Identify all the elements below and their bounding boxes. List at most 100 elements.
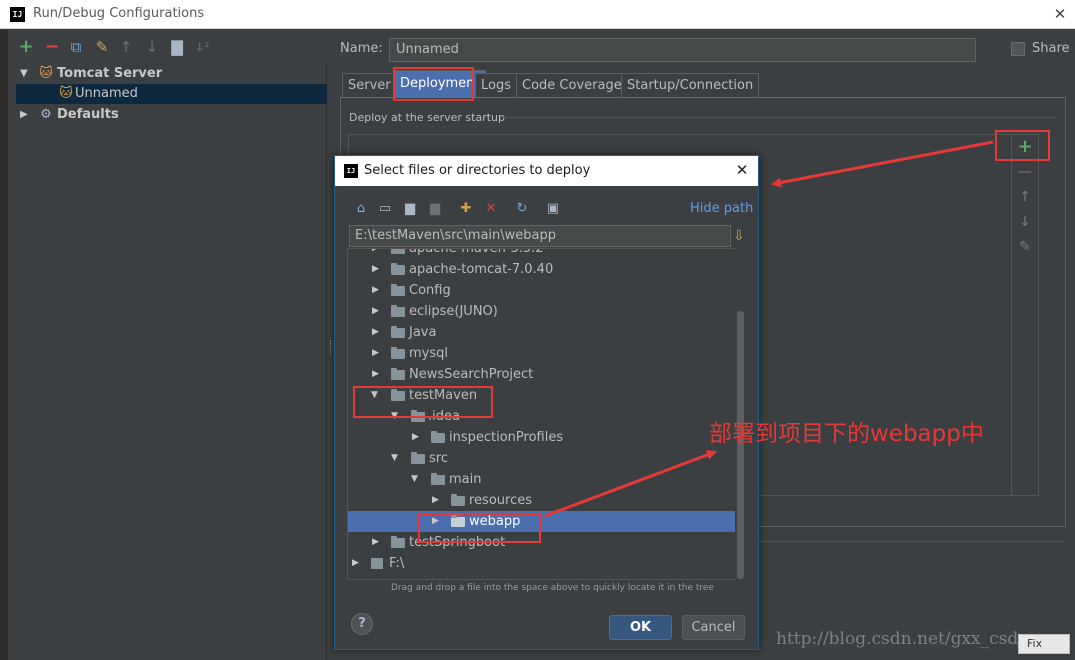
expand-arrow-icon[interactable]: ▼	[391, 448, 401, 469]
tree-row-eclipse[interactable]: ▶ eclipse(JUNO)	[348, 301, 736, 322]
highlight-add-button	[995, 130, 1050, 161]
refresh-icon[interactable]: ↻	[514, 200, 530, 218]
tab-startup-connection[interactable]: Startup/Connection	[621, 73, 760, 97]
new-folder-icon[interactable]: ✚	[458, 200, 474, 218]
move-down-icon[interactable]: ↓	[1016, 213, 1034, 231]
folder-icon	[391, 249, 405, 254]
deploy-label: Deploy at the server startup	[349, 111, 506, 124]
tree-item-defaults[interactable]: ▶ ⚙ Defaults	[16, 105, 327, 125]
collapse-arrow-icon[interactable]: ▶	[352, 553, 362, 574]
tree-row-apache-tomcat[interactable]: ▶ apache-tomcat-7.0.40	[348, 259, 736, 280]
module-folder-icon[interactable]: ▆	[427, 200, 443, 218]
expand-arrow-icon[interactable]: ▼	[411, 469, 421, 490]
move-up-icon[interactable]: ↑	[118, 38, 134, 56]
share-checkbox[interactable]	[1011, 42, 1025, 56]
hide-path-link[interactable]: Hide path	[690, 201, 753, 216]
collapse-arrow-icon[interactable]: ▶	[372, 364, 382, 385]
tree-row-label: mysql	[409, 346, 448, 361]
tree-row-config[interactable]: ▶ Config	[348, 280, 736, 301]
desktop-icon[interactable]: ▭	[377, 200, 393, 218]
tab-logs[interactable]: Logs	[475, 73, 517, 97]
window-close-icon[interactable]: ✕	[1051, 4, 1069, 24]
collapse-arrow-icon[interactable]: ▶	[372, 259, 382, 280]
collapse-arrow-icon[interactable]: ▶	[372, 280, 382, 301]
annotation-text: 部署到项目下的webapp中	[709, 421, 984, 447]
tree-row-resources[interactable]: ▶ resources	[348, 490, 736, 511]
tab-code-coverage[interactable]: Code Coverage	[516, 73, 628, 97]
tree-row-newssearchproject[interactable]: ▶ NewsSearchProject	[348, 364, 736, 385]
dialog-titlebar: IJ Select files or directories to deploy…	[335, 156, 758, 186]
tree-item-unnamed[interactable]: 🐱 Unnamed	[16, 84, 327, 104]
path-input[interactable]: E:\testMaven\src\main\webapp	[349, 225, 731, 247]
fix-badge[interactable]: Fix	[1018, 634, 1070, 654]
ok-button[interactable]: OK	[609, 615, 672, 640]
help-button[interactable]: ?	[351, 613, 373, 635]
collapse-arrow-icon[interactable]: ▶	[372, 343, 382, 364]
remove-icon[interactable]: −	[44, 38, 60, 56]
delete-icon[interactable]: ✕	[483, 200, 499, 218]
collapse-arrow-icon[interactable]: ▶	[20, 105, 32, 125]
tree-row-apache-maven[interactable]: ▶ apache-maven-3.5.2	[348, 248, 736, 259]
collapse-arrow-icon[interactable]: ▶	[372, 532, 382, 553]
folder-icon	[431, 473, 445, 485]
collapse-arrow-icon[interactable]: ▶	[372, 322, 382, 343]
edit-icon[interactable]: ✎	[1016, 238, 1034, 256]
watermark: http://blog.csdn.net/gxx_csdn	[776, 629, 1030, 649]
remove-artifact-icon[interactable]: —	[1016, 163, 1034, 181]
tree-row-label: inspectionProfiles	[449, 430, 564, 445]
folder-icon	[451, 494, 465, 506]
tree-row-testspringboot[interactable]: ▶ testSpringboot	[348, 532, 736, 553]
collapse-arrow-icon[interactable]: ▶	[372, 301, 382, 322]
home-icon[interactable]: ⌂	[353, 200, 369, 218]
folder-icon	[391, 263, 405, 275]
tomcat-icon: 🐱	[59, 86, 73, 101]
folder-icon	[431, 431, 445, 443]
folder-icon	[391, 305, 405, 317]
name-input[interactable]: Unnamed	[389, 38, 976, 62]
tree-row-label: apache-maven-3.5.2	[409, 248, 544, 256]
collapse-arrow-icon[interactable]: ▶	[412, 427, 422, 448]
move-down-icon[interactable]: ↓	[144, 38, 160, 56]
window-title: Run/Debug Configurations	[33, 6, 205, 21]
project-folder-icon[interactable]: ▆	[402, 200, 418, 218]
tree-row-java[interactable]: ▶ Java	[348, 322, 736, 343]
collapse-arrow-icon[interactable]: ▶	[372, 249, 382, 259]
folder-icon	[391, 326, 405, 338]
tree-row-label: src	[429, 451, 448, 466]
share-label: Share	[1032, 41, 1070, 56]
dialog-close-icon[interactable]: ✕	[734, 160, 750, 180]
tomcat-icon: 🐱	[39, 66, 53, 81]
sort-icon[interactable]: ↓²	[194, 38, 210, 56]
tree-item-label: Defaults	[57, 107, 119, 122]
tree-row-main[interactable]: ▼ main	[348, 469, 736, 490]
tree-row-label: apache-tomcat-7.0.40	[409, 262, 554, 277]
wrench-icon[interactable]: ✎	[94, 38, 110, 56]
tab-server[interactable]: Server	[342, 73, 397, 97]
copy-icon[interactable]: ⧉	[68, 38, 84, 56]
tree-row-webapp[interactable]: ▶ webapp	[348, 511, 736, 532]
panel-splitter[interactable]	[330, 340, 333, 354]
tree-row-mysql[interactable]: ▶ mysql	[348, 343, 736, 364]
move-up-icon[interactable]: ↑	[1016, 188, 1034, 206]
config-tree: ▼ 🐱 Tomcat Server 🐱 Unnamed ▶ ⚙ Defaults	[16, 64, 327, 660]
cancel-button[interactable]: Cancel	[682, 615, 745, 640]
tree-row-label: resources	[469, 493, 533, 508]
highlight-webapp	[418, 513, 541, 543]
expand-arrow-icon[interactable]: ▼	[20, 64, 32, 84]
tree-item-tomcat-server[interactable]: ▼ 🐱 Tomcat Server	[16, 64, 327, 84]
folder-icon[interactable]: ▇	[169, 38, 185, 56]
dialog-title: Select files or directories to deploy	[364, 163, 591, 178]
wrench-icon: ⚙	[40, 107, 52, 122]
path-history-icon[interactable]: ⇩	[733, 227, 745, 245]
show-hidden-icon[interactable]: ▣	[545, 200, 561, 218]
add-icon[interactable]: +	[18, 38, 34, 56]
collapse-arrow-icon[interactable]: ▶	[432, 490, 442, 511]
tree-row-f-drive[interactable]: ▶ F:\	[348, 553, 736, 574]
window-titlebar: IJ Run/Debug Configurations ✕	[0, 0, 1075, 29]
tree-row-src[interactable]: ▼ src	[348, 448, 736, 469]
left-edge-strip	[0, 30, 8, 660]
drag-drop-hint: Drag and drop a file into the space abov…	[391, 583, 714, 593]
divider	[758, 541, 1066, 542]
tree-row-inspectionprofiles[interactable]: ▶ inspectionProfiles	[348, 427, 736, 448]
name-label: Name:	[340, 41, 383, 56]
